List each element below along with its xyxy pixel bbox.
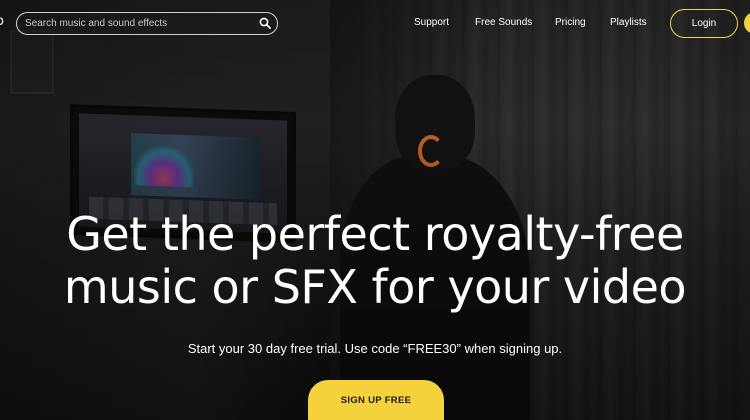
hero-subtext: Start your 30 day free trial. Use code “… [187,341,563,356]
sign-up-free-button[interactable]: SIGN UP FREE [308,380,444,420]
site-header: o Support Free Sounds Pricing Playlists … [0,0,750,46]
headline-line-1: Get the perfect royalty-free [66,207,684,261]
headline-line-2: music or SFX for your video [63,260,687,314]
hero-headline: Get the perfect royalty-free music or SF… [0,208,750,314]
nav-support-link[interactable]: Support [414,17,449,28]
nav-free-sounds-link[interactable]: Free Sounds [475,17,532,28]
signup-button-edge[interactable] [744,12,750,34]
login-button[interactable]: Login [670,9,738,38]
search-input[interactable] [25,16,255,31]
search-bar[interactable] [16,12,278,35]
nav-pricing-link[interactable]: Pricing [555,17,586,28]
logo[interactable]: o [0,14,4,29]
nav-playlists-link[interactable]: Playlists [610,17,647,28]
search-icon[interactable] [259,17,271,29]
